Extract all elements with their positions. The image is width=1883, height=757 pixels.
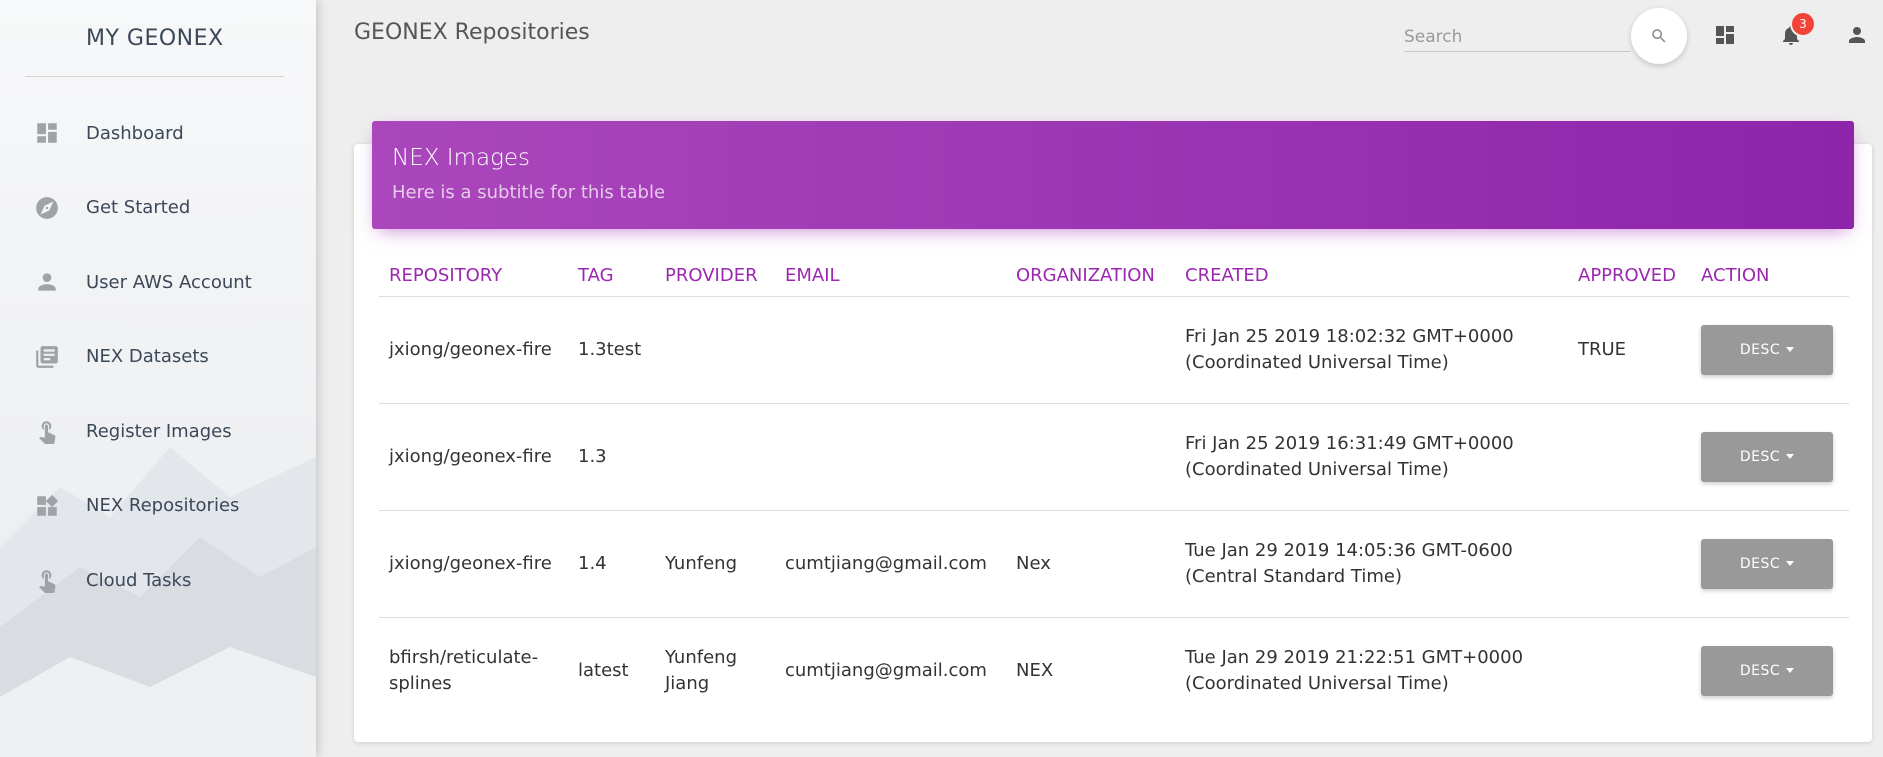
- cell-organization: [1006, 296, 1175, 404]
- search-field: [1404, 22, 1630, 52]
- table-row: jxiong/geonex-fire 1.3test Fri Jan 25 20…: [379, 296, 1849, 404]
- cell-approved: TRUE: [1568, 296, 1691, 404]
- notification-count-badge: 3: [1790, 11, 1816, 37]
- sidebar-item-label: Get Started: [86, 197, 191, 219]
- compass-icon: [34, 195, 60, 221]
- cell-email: cumtjiang@gmail.com: [775, 510, 1006, 618]
- column-header-created[interactable]: CREATED: [1175, 256, 1568, 297]
- column-header-organization[interactable]: ORGANIZATION: [1006, 256, 1175, 297]
- page-title: GEONEX Repositories: [354, 20, 590, 45]
- sidebar-item-label: Register Images: [86, 420, 232, 442]
- desc-dropdown-button[interactable]: DESC: [1701, 645, 1833, 696]
- cell-provider: Yunfeng: [655, 510, 775, 618]
- cell-created: Tue Jan 29 2019 21:22:51 GMT+0000 (Coord…: [1185, 646, 1524, 694]
- desc-dropdown-button[interactable]: DESC: [1701, 538, 1833, 589]
- person-icon: [34, 269, 60, 295]
- cell-repository: jxiong/geonex-fire: [379, 403, 568, 511]
- touch-icon: [34, 418, 60, 445]
- card-header: NEX Images Here is a subtitle for this t…: [372, 121, 1854, 229]
- sidebar-nav: Dashboard Get Started User AWS Account N…: [0, 96, 316, 618]
- sidebar-item-label: Dashboard: [86, 122, 184, 144]
- card-title: NEX Images: [392, 145, 531, 171]
- cell-tag: 1.3test: [568, 296, 655, 404]
- sidebar-item-dashboard[interactable]: Dashboard: [0, 96, 316, 171]
- cell-repository: jxiong/geonex-fire: [379, 510, 568, 618]
- table-header: REPOSITORY TAG PROVIDER EMAIL ORGANIZATI…: [379, 256, 1849, 297]
- cell-email: cumtjiang@gmail.com: [785, 659, 987, 681]
- column-header-provider[interactable]: PROVIDER: [655, 256, 775, 297]
- cell-created: Fri Jan 25 2019 18:02:32 GMT+0000 (Coord…: [1175, 296, 1568, 404]
- table-row: bfirsh/reticulate-splines latest Yunfeng…: [379, 617, 1849, 724]
- column-header-approved[interactable]: APPROVED: [1568, 256, 1691, 297]
- brand-logo-text[interactable]: MY GEONEX: [0, 0, 316, 76]
- sidebar: MY GEONEX Dashboard Get Started User AWS…: [0, 0, 316, 757]
- table-row: jxiong/geonex-fire 1.4 Yunfeng cumtjiang…: [379, 510, 1849, 618]
- desc-button-label: DESC: [1739, 662, 1781, 679]
- cell-provider: [655, 403, 775, 511]
- widgets-icon: [34, 493, 60, 519]
- column-header-email[interactable]: EMAIL: [775, 256, 1006, 297]
- cell-approved: [1568, 510, 1691, 618]
- sidebar-item-label: NEX Repositories: [86, 495, 240, 517]
- caret-down-icon: [1786, 454, 1795, 459]
- dashboard-icon: [34, 120, 60, 146]
- cell-organization: [1006, 403, 1175, 511]
- app-root: MY GEONEX Dashboard Get Started User AWS…: [0, 0, 1883, 757]
- cell-created: Tue Jan 29 2019 14:05:36 GMT-0600 (Centr…: [1175, 510, 1568, 618]
- cell-tag: 1.4: [568, 510, 655, 618]
- cell-action: DESC: [1691, 510, 1849, 618]
- search-icon: [1652, 29, 1666, 43]
- cell-action: DESC: [1691, 403, 1849, 511]
- sidebar-item-label: User AWS Account: [86, 271, 252, 293]
- cell-approved: [1568, 617, 1691, 724]
- cell-tag: latest: [578, 659, 629, 681]
- table-row: jxiong/geonex-fire 1.3 Fri Jan 25 2019 1…: [379, 403, 1849, 511]
- cell-approved: [1568, 403, 1691, 511]
- column-header-action[interactable]: ACTION: [1691, 256, 1849, 297]
- cell-action: DESC: [1691, 617, 1849, 724]
- cell-action: DESC: [1691, 296, 1849, 404]
- repositories-table: REPOSITORY TAG PROVIDER EMAIL ORGANIZATI…: [379, 256, 1849, 724]
- user-profile-button[interactable]: [1840, 18, 1874, 52]
- sidebar-divider: [25, 76, 284, 77]
- cell-repository: jxiong/geonex-fire: [379, 296, 568, 404]
- search-input[interactable]: [1404, 22, 1630, 51]
- sidebar-item-user-aws-account[interactable]: User AWS Account: [0, 245, 316, 320]
- sidebar-item-cloud-tasks[interactable]: Cloud Tasks: [0, 543, 316, 618]
- cell-provider: [655, 296, 775, 404]
- cell-tag: 1.3: [568, 403, 655, 511]
- table-header-row: REPOSITORY TAG PROVIDER EMAIL ORGANIZATI…: [379, 256, 1849, 297]
- cell-provider: Yunfeng Jiang: [665, 646, 737, 694]
- desc-dropdown-button[interactable]: DESC: [1701, 431, 1833, 482]
- cell-organization: NEX: [1016, 659, 1054, 681]
- desc-button-label: DESC: [1739, 341, 1781, 358]
- dashboard-icon: [1716, 26, 1734, 44]
- cell-created: Fri Jan 25 2019 16:31:49 GMT+0000 (Coord…: [1175, 403, 1568, 511]
- column-header-tag[interactable]: TAG: [568, 256, 655, 297]
- card-subtitle: Here is a subtitle for this table: [392, 182, 666, 203]
- desc-dropdown-button[interactable]: DESC: [1701, 324, 1833, 375]
- caret-down-icon: [1786, 347, 1795, 352]
- sidebar-item-nex-repositories[interactable]: NEX Repositories: [0, 469, 316, 544]
- search-button[interactable]: [1631, 8, 1687, 64]
- cell-organization: Nex: [1006, 510, 1175, 618]
- sidebar-item-nex-datasets[interactable]: NEX Datasets: [0, 320, 316, 395]
- library-books-icon: [34, 344, 60, 370]
- person-icon: [1849, 27, 1865, 43]
- column-header-repository[interactable]: REPOSITORY: [379, 256, 568, 297]
- cell-email: [775, 403, 1006, 511]
- sidebar-item-label: Cloud Tasks: [86, 569, 192, 591]
- caret-down-icon: [1786, 561, 1795, 566]
- sidebar-item-register-images[interactable]: Register Images: [0, 394, 316, 469]
- dashboard-toggle-button[interactable]: [1708, 18, 1742, 52]
- table-body: jxiong/geonex-fire 1.3test Fri Jan 25 20…: [379, 296, 1849, 724]
- caret-down-icon: [1786, 668, 1795, 674]
- desc-button-label: DESC: [1739, 448, 1781, 465]
- cell-email: [775, 296, 1006, 404]
- sidebar-item-label: NEX Datasets: [86, 346, 209, 368]
- cell-repository: bfirsh/reticulate-splines: [389, 646, 539, 694]
- sidebar-item-get-started[interactable]: Get Started: [0, 171, 316, 246]
- touch-icon: [34, 567, 60, 594]
- desc-button-label: DESC: [1739, 555, 1781, 572]
